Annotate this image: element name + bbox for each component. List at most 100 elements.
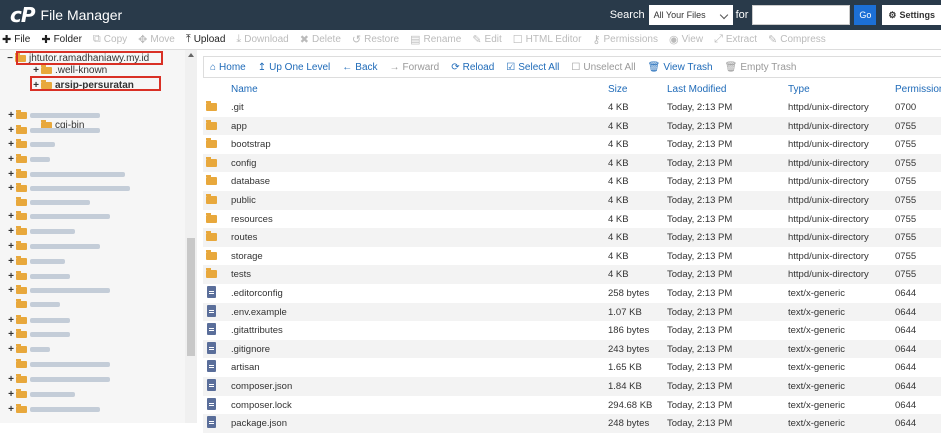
scroll-up-icon[interactable] [188, 53, 194, 57]
tree-item-redacted[interactable]: + [7, 328, 70, 340]
nav-select-all-button[interactable]: ☑ Select All [506, 62, 559, 73]
tree-item-redacted[interactable] [16, 298, 60, 310]
table-row[interactable]: routes 4 KB Today, 2:13 PM httpd/unix-direc… [203, 228, 941, 247]
toolbar-file-button[interactable]: ✚ File [2, 33, 30, 46]
expand-icon[interactable]: + [7, 404, 15, 415]
expand-icon[interactable]: + [7, 154, 15, 165]
cell-name[interactable]: routes [231, 232, 257, 243]
cell-name[interactable]: resources [231, 214, 273, 225]
column-last-modified[interactable]: Last Modified [667, 84, 726, 95]
cell-name[interactable]: .env.example [231, 307, 287, 318]
tree-scrollbar-thumb[interactable] [187, 238, 195, 356]
tree-item-redacted[interactable]: + [7, 373, 110, 385]
expand-icon[interactable]: + [7, 139, 15, 150]
cell-name[interactable]: .gitignore [231, 344, 270, 355]
nav-home-button[interactable]: ⌂ Home [210, 62, 246, 73]
cell-name[interactable]: .gitattributes [231, 325, 283, 336]
tree-item-redacted[interactable]: + [7, 124, 100, 136]
toolbar-rename-button[interactable]: ▤ Rename [410, 33, 461, 46]
app-logo[interactable]: cP File Manager [10, 3, 122, 27]
tree-item-redacted[interactable]: + [7, 314, 70, 326]
expand-icon[interactable]: + [7, 125, 15, 136]
expand-icon[interactable]: + [7, 344, 15, 355]
cell-name[interactable]: .git [231, 102, 244, 113]
table-row[interactable]: bootstrap 4 KB Today, 2:13 PM httpd/unix-di… [203, 135, 941, 154]
table-row[interactable]: composer.lock 294.68 KB Today, 2:13 PM text… [203, 396, 941, 415]
nav-view-trash-button[interactable]: 🗑 View Trash [648, 62, 713, 73]
expand-icon[interactable]: + [7, 169, 15, 180]
table-row[interactable]: .env.example 1.07 KB Today, 2:13 PM text/x-… [203, 302, 941, 322]
cell-name[interactable]: public [231, 195, 256, 206]
column-name[interactable]: Name [231, 84, 258, 95]
expand-icon[interactable]: + [7, 226, 15, 237]
expand-icon[interactable]: + [7, 241, 15, 252]
table-row[interactable]: storage 4 KB Today, 2:13 PM httpd/unix-dire… [203, 247, 941, 266]
toolbar-view-button[interactable]: ◉ View [669, 33, 703, 46]
tree-item-redacted[interactable] [16, 196, 90, 208]
cell-name[interactable]: bootstrap [231, 139, 271, 150]
table-row[interactable]: package.json 248 bytes Today, 2:13 PM text/… [203, 414, 941, 433]
nav-forward-button[interactable]: → Forward [390, 62, 440, 73]
table-row[interactable]: tests 4 KB Today, 2:13 PM httpd/unix-direct… [203, 265, 941, 284]
nav-back-button[interactable]: ← Back [342, 62, 377, 73]
tree-item-redacted[interactable]: + [7, 153, 50, 165]
tree-item-redacted[interactable]: + [7, 109, 100, 121]
cell-name[interactable]: tests [231, 269, 251, 280]
cell-name[interactable]: storage [231, 251, 263, 262]
table-row[interactable]: .gitattributes 186 bytes Today, 2:13 PM tex… [203, 321, 941, 340]
column-type[interactable]: Type [788, 84, 810, 95]
cell-name[interactable]: app [231, 121, 247, 132]
expand-icon[interactable]: + [7, 211, 15, 222]
collapse-icon[interactable]: − [6, 53, 14, 64]
expand-icon[interactable]: + [7, 315, 15, 326]
search-input[interactable] [752, 5, 851, 25]
nav-reload-button[interactable]: ⟳ Reload [451, 62, 494, 73]
toolbar-extract-button[interactable]: ⤢ Extract [714, 33, 757, 46]
toolbar-permissions-button[interactable]: ⚷ Permissions [592, 33, 658, 46]
toolbar-folder-button[interactable]: ✚ Folder [41, 33, 82, 46]
tree-item-redacted[interactable]: + [7, 255, 65, 267]
toolbar-restore-button[interactable]: ↺ Restore [352, 33, 399, 46]
cell-name[interactable]: .editorconfig [231, 288, 283, 299]
expand-icon[interactable]: + [7, 256, 15, 267]
tree-item-redacted[interactable]: + [7, 284, 110, 296]
expand-icon[interactable]: + [7, 285, 15, 296]
tree-item-redacted[interactable]: + [7, 182, 130, 194]
table-row[interactable]: .gitignore 243 bytes Today, 2:13 PM text/x-… [203, 339, 941, 359]
column-permissions[interactable]: Permissions [895, 84, 941, 95]
cell-name[interactable]: package.json [231, 418, 287, 429]
expand-icon[interactable]: + [7, 389, 15, 400]
settings-button[interactable]: ⚙ Settings [882, 5, 941, 25]
table-row[interactable]: config 4 KB Today, 2:13 PM httpd/unix-direc… [203, 153, 941, 173]
table-row[interactable]: .editorconfig 258 bytes Today, 2:13 PM text… [203, 284, 941, 303]
nav-unselect-all-button[interactable]: ☐ Unselect All [571, 62, 635, 73]
expand-icon[interactable]: + [7, 329, 15, 340]
table-row[interactable]: public 4 KB Today, 2:13 PM httpd/unix-direc… [203, 191, 941, 210]
cell-name[interactable]: artisan [231, 362, 260, 373]
tree-item-redacted[interactable]: + [7, 138, 55, 150]
column-size[interactable]: Size [608, 84, 627, 95]
toolbar-move-button[interactable]: ✥ Move [138, 33, 175, 46]
search-go-button[interactable]: Go [854, 5, 877, 25]
toolbar-delete-button[interactable]: ✖ Delete [300, 33, 341, 46]
table-row[interactable]: app 4 KB Today, 2:13 PM httpd/unix-director… [203, 116, 941, 136]
expand-icon[interactable]: + [7, 374, 15, 385]
toolbar-html-editor-button[interactable]: ☐ HTML Editor [513, 33, 582, 46]
tree-item-redacted[interactable]: + [7, 168, 125, 180]
table-row[interactable]: .git 4 KB Today, 2:13 PM httpd/unix-directo… [203, 98, 941, 117]
toolbar-upload-button[interactable]: ⤒ Upload [186, 33, 226, 46]
cell-name[interactable]: composer.json [231, 381, 292, 392]
tree-item-redacted[interactable]: + [7, 403, 100, 415]
table-row[interactable]: composer.json 1.84 KB Today, 2:13 PM text/x… [203, 377, 941, 396]
tree-scrollbar[interactable] [185, 50, 197, 423]
tree-item-redacted[interactable]: + [7, 388, 75, 400]
nav-empty-trash-button[interactable]: 🗑 Empty Trash [725, 62, 797, 73]
nav-up-one-level-button[interactable]: ↥ Up One Level [258, 62, 331, 73]
search-scope-select[interactable]: All Your Files [648, 5, 733, 25]
toolbar-copy-button[interactable]: ⧉ Copy [93, 33, 127, 46]
expand-icon[interactable]: + [7, 110, 15, 121]
tree-item-redacted[interactable] [16, 358, 110, 370]
expand-icon[interactable]: + [32, 65, 40, 76]
toolbar-download-button[interactable]: ⤓ Download [236, 33, 288, 46]
toolbar-compress-button[interactable]: ✎ Compress [768, 33, 826, 46]
